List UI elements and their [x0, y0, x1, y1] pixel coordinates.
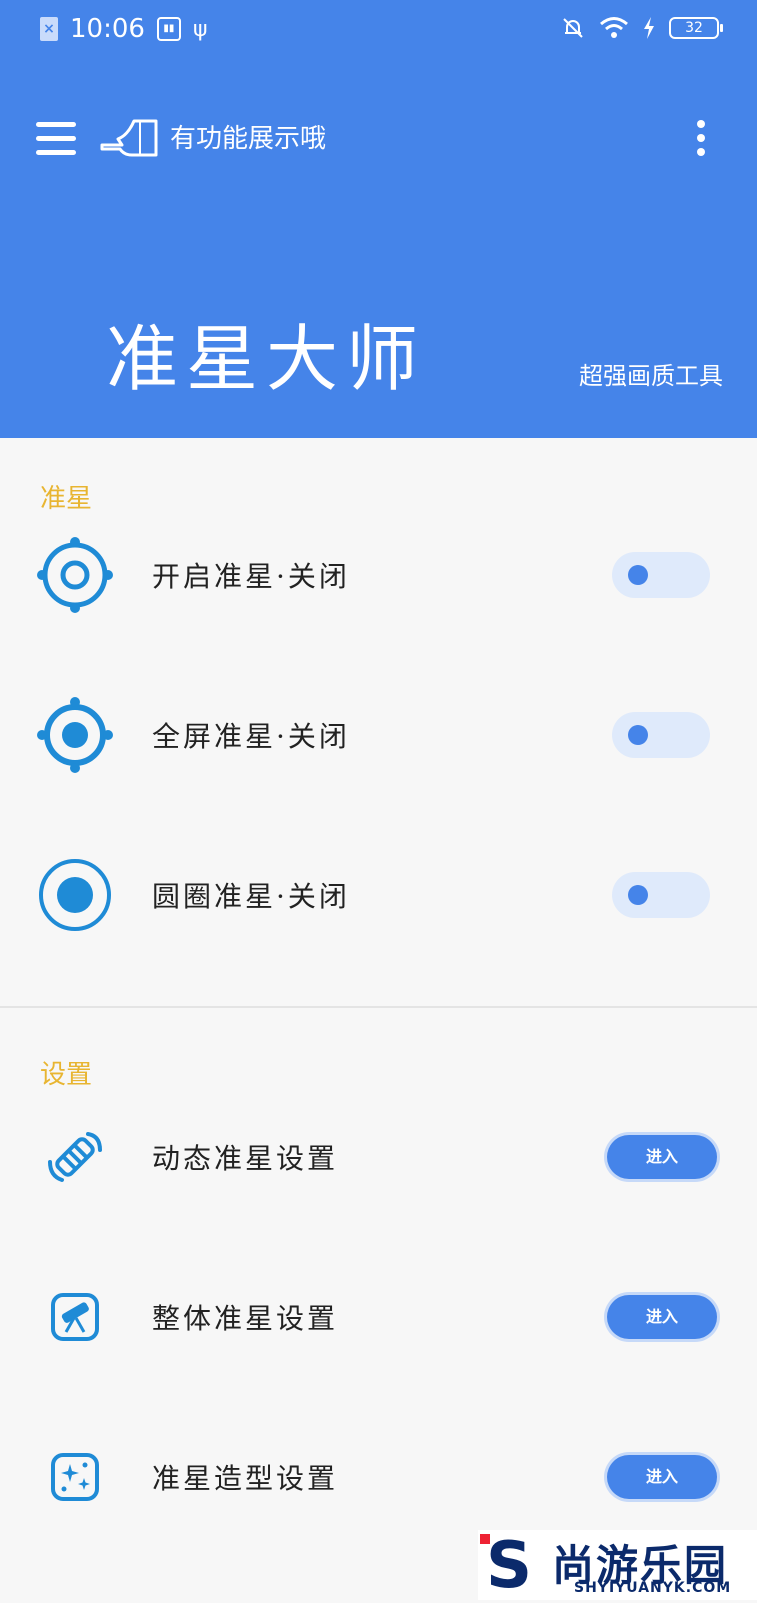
toggle-knob [628, 725, 648, 745]
setting-row-dynamic-crosshair: 动态准星设置 进入 [0, 1107, 757, 1207]
status-bar: × 10:06 ▮▮ ψ 32 [0, 0, 757, 64]
crosshair-dot-icon [37, 697, 113, 773]
site-watermark: S 尚游乐园 SHYIYUANYK.COM [478, 1530, 757, 1600]
watermark-logo: S [486, 1529, 533, 1603]
app-title: 准星大师 [106, 317, 427, 401]
toggle-knob [628, 565, 648, 585]
toggle-crosshair-on[interactable] [612, 552, 710, 598]
battery-indicator: 32 [669, 17, 723, 39]
setting-row-crosshair-style: 准星造型设置 进入 [0, 1427, 757, 1527]
setting-label: 圆圈准星·关闭 [152, 880, 350, 913]
section-title-settings: 设置 [40, 1060, 93, 1090]
telescope-icon [51, 1293, 99, 1341]
satellite-icon [48, 1132, 102, 1182]
mute-bell-icon [563, 18, 583, 38]
setting-row-crosshair-on: 开启准星·关闭 [0, 525, 757, 625]
circle-target-icon [39, 859, 111, 931]
pointing-hand-icon [100, 119, 158, 157]
enter-button-crosshair-style[interactable]: 进入 [607, 1455, 717, 1499]
setting-label: 开启准星·关闭 [152, 560, 350, 593]
usb-icon: ψ [192, 16, 208, 42]
setting-row-overall-crosshair: 整体准星设置 进入 [0, 1267, 757, 1367]
setting-row-fullscreen-crosshair: 全屏准星·关闭 [0, 685, 757, 785]
toggle-circle-crosshair[interactable] [612, 872, 710, 918]
enter-button-overall-crosshair[interactable]: 进入 [607, 1295, 717, 1339]
menu-icon[interactable] [36, 122, 76, 156]
app-header: × 10:06 ▮▮ ψ 32 有功能展示哦 准星大师 超强画质工具 [0, 0, 757, 438]
sparkle-icon [51, 1453, 99, 1501]
no-sim-icon: × [40, 17, 58, 41]
wifi-icon [600, 17, 628, 38]
setting-label: 整体准星设置 [152, 1302, 339, 1335]
volte-icon: ▮▮ [156, 17, 181, 41]
setting-row-circle-crosshair: 圆圈准星·关闭 [0, 845, 757, 945]
section-divider [0, 1006, 757, 1008]
charging-icon [644, 17, 654, 39]
setting-label: 全屏准星·关闭 [152, 720, 350, 753]
section-title-crosshair: 准星 [40, 484, 93, 514]
crosshair-ring-icon [37, 537, 113, 613]
status-time: 10:06 [70, 14, 145, 44]
toggle-fullscreen-crosshair[interactable] [612, 712, 710, 758]
toggle-knob [628, 885, 648, 905]
setting-label: 动态准星设置 [152, 1142, 339, 1175]
app-subtitle: 超强画质工具 [579, 362, 723, 390]
watermark-domain: SHYIYUANYK.COM [574, 1580, 732, 1596]
enter-button-dynamic-crosshair[interactable]: 进入 [607, 1135, 717, 1179]
setting-label: 准星造型设置 [152, 1462, 339, 1495]
header-hint: 有功能展示哦 [170, 124, 327, 154]
more-options-icon[interactable] [694, 120, 708, 160]
